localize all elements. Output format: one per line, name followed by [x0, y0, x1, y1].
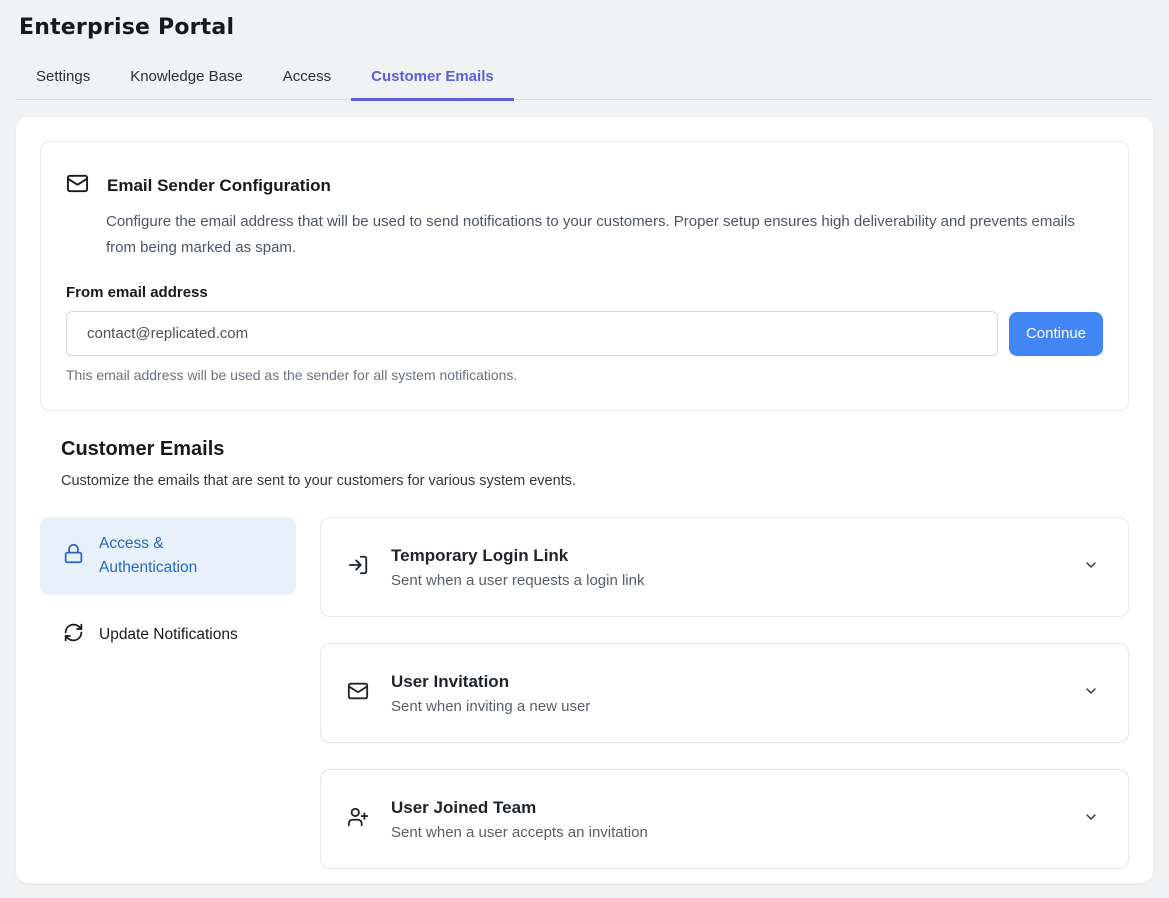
chevron-down-icon[interactable] [1083, 809, 1099, 830]
page-header: Enterprise Portal [0, 0, 1169, 40]
email-sender-title: Email Sender Configuration [107, 176, 331, 196]
page-title: Enterprise Portal [19, 15, 1149, 40]
mail-icon [66, 172, 89, 200]
mail-icon [347, 680, 369, 707]
user-plus-icon [347, 806, 369, 833]
continue-button[interactable]: Continue [1009, 312, 1103, 356]
main-panel: Email Sender Configuration Configure the… [16, 117, 1153, 883]
email-card-user-invitation[interactable]: User Invitation Sent when inviting a new… [320, 643, 1129, 743]
from-email-input[interactable] [66, 311, 998, 356]
lock-icon [63, 543, 84, 569]
customer-emails-subtitle: Customize the emails that are sent to yo… [61, 473, 1129, 489]
email-card-description: Sent when a user accepts an invitation [391, 824, 1071, 841]
tab-bar: Settings Knowledge Base Access Customer … [16, 62, 1153, 100]
tab-customer-emails[interactable]: Customer Emails [351, 62, 514, 101]
category-label: Update Notifications [99, 623, 238, 647]
email-card-temporary-login-link[interactable]: Temporary Login Link Sent when a user re… [320, 517, 1129, 617]
login-icon [347, 554, 369, 581]
tab-settings[interactable]: Settings [16, 62, 110, 101]
chevron-down-icon[interactable] [1083, 557, 1099, 578]
email-sender-description: Configure the email address that will be… [106, 209, 1081, 261]
category-label: Access & Authentication [99, 532, 249, 580]
category-access-authentication[interactable]: Access & Authentication [40, 517, 296, 595]
chevron-down-icon[interactable] [1083, 683, 1099, 704]
customer-emails-title: Customer Emails [61, 438, 1129, 461]
email-helper-text: This email address will be used as the s… [66, 367, 1103, 383]
email-sender-card: Email Sender Configuration Configure the… [40, 141, 1129, 411]
customer-emails-section-header: Customer Emails Customize the emails tha… [40, 438, 1129, 489]
from-email-label: From email address [66, 284, 1103, 301]
email-card-description: Sent when a user requests a login link [391, 572, 1071, 589]
email-card-description: Sent when inviting a new user [391, 698, 1071, 715]
tab-access[interactable]: Access [263, 62, 351, 101]
category-update-notifications[interactable]: Update Notifications [40, 622, 296, 648]
email-card-title: Temporary Login Link [391, 546, 1071, 566]
email-card-title: User Joined Team [391, 798, 1071, 818]
email-template-list: Temporary Login Link Sent when a user re… [320, 517, 1129, 869]
refresh-icon [63, 622, 84, 648]
email-category-list: Access & Authentication Update Notificat… [40, 517, 296, 869]
email-card-user-joined-team[interactable]: User Joined Team Sent when a user accept… [320, 769, 1129, 869]
tab-knowledge-base[interactable]: Knowledge Base [110, 62, 263, 101]
email-card-title: User Invitation [391, 672, 1071, 692]
